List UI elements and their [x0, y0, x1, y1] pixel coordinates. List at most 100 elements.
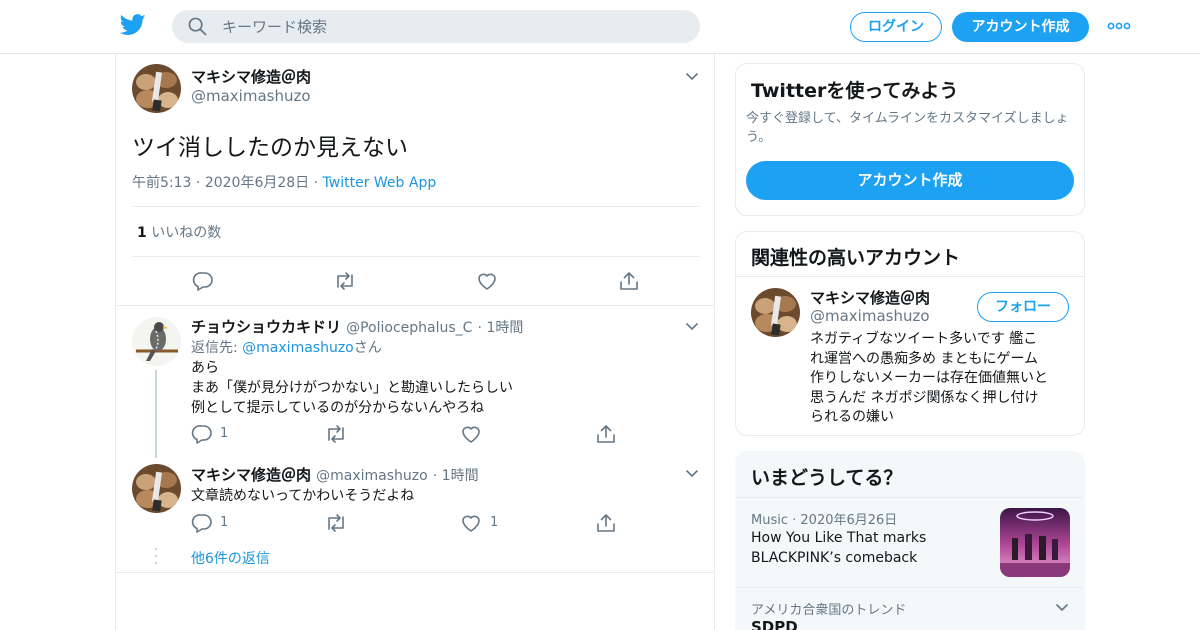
trend-name[interactable]: SDPD: [751, 618, 798, 630]
reply-header: チョウショウカキドリ @Poliocephalus_C · 1時間: [191, 316, 523, 337]
avatar-image: [132, 464, 181, 513]
thread-line: [155, 370, 157, 458]
trend-thumbnail[interactable]: [1000, 508, 1070, 577]
tweet-meta: 午前5:13 · 2020年6月28日 · Twitter Web App: [132, 172, 436, 192]
more-replies-link[interactable]: 他6件の返信: [191, 548, 270, 568]
login-button[interactable]: ログイン: [850, 12, 942, 42]
reply-time[interactable]: 1時間: [442, 468, 479, 484]
signup-card-text: 今すぐ登録して、タイムラインをカスタマイズしましょ う。: [746, 109, 1069, 147]
like-stats[interactable]: 1 いいねの数: [137, 222, 221, 242]
trend-meta: Music · 2020年6月26日: [751, 509, 897, 528]
reply-text-line: まあ「僕が見分けがつかない」と勘違いしたらしい: [191, 380, 513, 396]
divider: [132, 256, 700, 257]
trends-card-title: いまどうしてる？: [751, 467, 903, 489]
share-icon[interactable]: [595, 424, 617, 444]
signup-button[interactable]: アカウント作成: [952, 12, 1089, 42]
main-column: マキシマ修造＠肉 @maximashuzo ツイ消ししたのか見えない 午前5:1…: [115, 54, 715, 630]
tweet-author-handle[interactable]: @maximashuzo: [191, 87, 311, 105]
reply-text-line: あら: [191, 360, 219, 376]
reply-to-handle[interactable]: @maximashuzo: [242, 340, 354, 356]
separator-dot: ·: [432, 468, 442, 484]
divider: [736, 276, 1084, 277]
trend-headline-line: BLACKPINK’s comeback: [751, 550, 918, 566]
retweet-icon[interactable]: [325, 424, 347, 444]
trend-date: 2020年6月26日: [800, 513, 898, 528]
reply-to-suffix: さん: [353, 340, 382, 356]
top-bar: ログイン アカウント作成: [0, 0, 1200, 54]
chevron-down-icon[interactable]: [685, 322, 699, 331]
search-input[interactable]: [222, 10, 682, 43]
tweet-time: 午前5:13: [132, 175, 192, 191]
trend-image: [1000, 508, 1070, 577]
search-box: [172, 10, 700, 43]
trend-headline[interactable]: How You Like That marks BLACKPINK’s come…: [751, 528, 926, 568]
bio-line: ネガティブなツイート多いです 艦こ: [810, 331, 1038, 347]
avatar[interactable]: [132, 64, 181, 113]
divider: [736, 497, 1084, 498]
like-icon[interactable]: [476, 271, 498, 291]
divider: [116, 572, 714, 573]
avatar-image: [132, 64, 181, 113]
retweet-icon[interactable]: [334, 271, 356, 291]
reply-text: あら まあ「僕が見分けがつかない」と勘違いしたらしい 例として提示しているのが分…: [191, 358, 513, 418]
related-account-handle[interactable]: @maximashuzo: [810, 307, 930, 325]
avatar-image: [132, 317, 181, 366]
related-accounts-card: 関連性の高いアカウント マキシマ修造＠肉 @maximashuzo フォロー ネ…: [735, 231, 1085, 436]
signup-card-text-line: 今すぐ登録して、タイムラインをカスタマイズしましょ: [746, 111, 1069, 126]
reply-icon[interactable]: [191, 424, 213, 444]
chevron-down-icon[interactable]: [1055, 603, 1069, 612]
divider: [116, 305, 714, 306]
retweet-icon[interactable]: [325, 513, 347, 533]
separator-dot: ·: [313, 175, 323, 191]
related-account-name[interactable]: マキシマ修造＠肉: [810, 287, 930, 308]
signup-card: Twitterを使ってみよう 今すぐ登録して、タイムラインをカスタマイズしましょ…: [735, 63, 1085, 216]
avatar[interactable]: [751, 288, 800, 337]
search-icon: [188, 17, 207, 36]
bio-line: 作りしないメーカーは存在価値無いと: [810, 370, 1048, 386]
like-count: 1: [137, 225, 147, 241]
trend-category: Music: [751, 513, 788, 528]
reply-icon[interactable]: [192, 271, 214, 291]
divider: [736, 587, 1084, 588]
reply-count: 1: [220, 426, 229, 441]
reply-author-handle[interactable]: @Poliocephalus_C: [346, 320, 472, 336]
bio-line: られるの嫌い: [810, 409, 894, 425]
reply-text: 文章読めないってかわいそうだよね: [191, 488, 415, 504]
reply-time[interactable]: 1時間: [486, 320, 523, 336]
like-icon[interactable]: [460, 424, 482, 444]
reply-to: 返信先: @maximashuzoさん: [191, 337, 382, 357]
reply-header: マキシマ修造＠肉 @maximashuzo · 1時間: [191, 464, 479, 485]
reply-author-name[interactable]: マキシマ修造＠肉: [191, 466, 311, 484]
chevron-down-icon[interactable]: [685, 469, 699, 478]
tweet-date[interactable]: 2020年6月28日: [205, 175, 309, 191]
follow-button[interactable]: フォロー: [977, 292, 1069, 322]
trend-context: アメリカ合衆国のトレンド: [751, 603, 907, 618]
tweet-author-name[interactable]: マキシマ修造＠肉: [191, 66, 311, 87]
signup-card-text-line: う。: [746, 130, 772, 145]
signup-card-title: Twitterを使ってみよう: [751, 80, 959, 102]
bio-line: 思うんだ ネガポジ関係なく押し付け: [810, 389, 1039, 406]
more-icon[interactable]: [1107, 19, 1131, 33]
reply-icon[interactable]: [191, 513, 213, 533]
reply-to-prefix: 返信先:: [191, 340, 243, 356]
twitter-bird-icon[interactable]: [120, 14, 146, 36]
like-count: 1: [490, 515, 499, 530]
thread-dots: [154, 547, 158, 565]
avatar-image: [751, 288, 800, 337]
signup-card-button[interactable]: アカウント作成: [746, 161, 1074, 200]
like-icon[interactable]: [460, 513, 482, 533]
share-icon[interactable]: [618, 271, 640, 291]
like-label: いいねの数: [151, 225, 222, 241]
trend-headline-line: How You Like That marks: [751, 530, 927, 546]
tweet-source[interactable]: Twitter Web App: [323, 175, 437, 191]
reply-author-handle[interactable]: @maximashuzo: [316, 468, 428, 484]
avatar[interactable]: [132, 317, 181, 366]
reply-count: 1: [220, 515, 229, 530]
bio-line: れ運営への愚痴多め まともにゲーム: [810, 350, 1039, 367]
share-icon[interactable]: [595, 513, 617, 533]
divider: [132, 206, 700, 207]
trends-card: いまどうしてる？ Music · 2020年6月26日 How You Like…: [735, 451, 1085, 630]
avatar[interactable]: [132, 464, 181, 513]
chevron-down-icon[interactable]: [685, 72, 699, 81]
reply-author-name[interactable]: チョウショウカキドリ: [191, 318, 341, 336]
